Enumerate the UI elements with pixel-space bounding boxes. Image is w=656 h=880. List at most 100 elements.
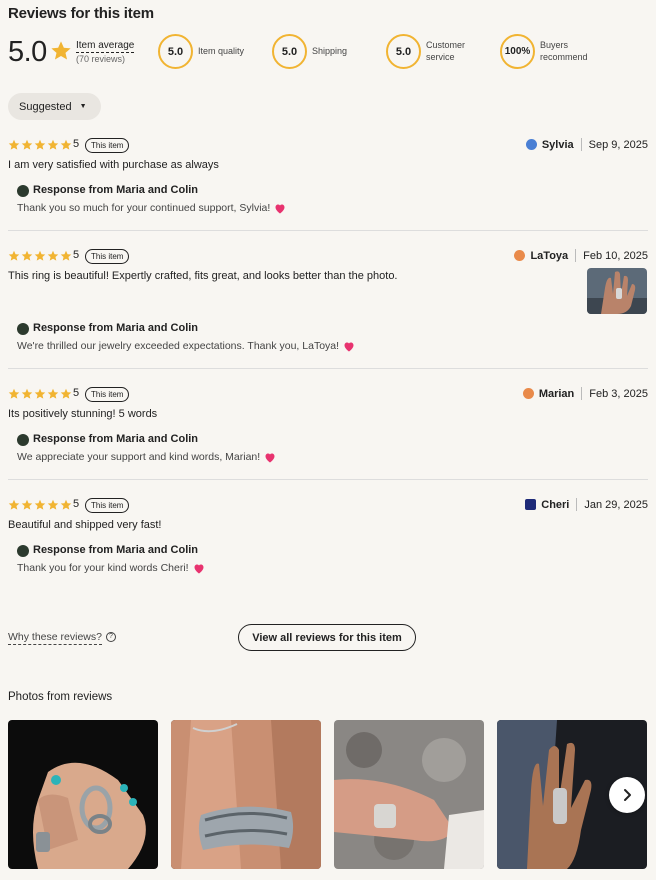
star-icon — [60, 388, 72, 399]
metric-label: Item quality — [198, 46, 245, 56]
review-photo-thumbnail[interactable] — [587, 268, 647, 314]
review-text: Beautiful and shipped very fast! — [8, 519, 162, 531]
hand-ring-photo-icon — [171, 720, 321, 869]
rating-number: 5 — [73, 387, 80, 399]
star-icon — [8, 388, 20, 399]
item-average-link[interactable]: Item average — [76, 40, 135, 53]
divider — [581, 387, 583, 400]
star-icon — [34, 499, 46, 510]
photos-section-title: Photos from reviews — [8, 691, 113, 703]
star-icon — [47, 388, 59, 399]
review-text: This ring is beautiful! Expertly crafted… — [8, 270, 398, 282]
response-heading: Response from Maria and Colin — [33, 322, 199, 334]
review-photo-2[interactable] — [171, 720, 321, 869]
star-icon — [8, 499, 20, 510]
avatar — [522, 388, 534, 399]
review-card: 5 This item Cheri Jan 29, 2025 Beautiful… — [8, 498, 648, 579]
divider — [8, 479, 648, 480]
review-text: I am very satisfied with purchase as alw… — [8, 159, 219, 171]
metric-label-line2: recommend — [540, 52, 588, 62]
divider — [8, 230, 648, 231]
response-text: Thank you for your kind words Cheri! — [17, 562, 205, 574]
avatar — [525, 139, 537, 150]
metric-score: 5.0 — [386, 34, 421, 69]
avatar — [514, 250, 526, 261]
heart-icon — [265, 453, 275, 462]
response-message: Thank you for your kind words Cheri! — [17, 562, 189, 574]
star-icon — [60, 250, 72, 261]
review-photo-3[interactable] — [334, 720, 484, 869]
author-name[interactable]: Marian — [539, 388, 574, 400]
star-icon — [34, 139, 46, 150]
star-icon — [21, 499, 33, 510]
ring-hand-photo-icon — [587, 268, 647, 314]
star-icon — [47, 139, 59, 150]
author-name[interactable]: Cheri — [541, 499, 569, 511]
response-heading: Response from Maria and Colin — [33, 544, 199, 556]
response-text: We appreciate your support and kind word… — [17, 451, 276, 463]
review-date: Feb 10, 2025 — [583, 249, 648, 262]
review-date: Jan 29, 2025 — [584, 498, 648, 511]
review-author: Marian Feb 3, 2025 — [522, 387, 648, 400]
shop-logo-icon — [17, 185, 29, 197]
divider — [575, 249, 577, 262]
metric-item-quality: 5.0 Item quality — [158, 34, 268, 70]
metric-score: 100% — [500, 34, 535, 69]
response-message: We're thrilled our jewelry exceeded expe… — [17, 340, 340, 352]
divider — [580, 138, 582, 151]
view-all-reviews-button[interactable]: View all reviews for this item — [238, 624, 416, 651]
review-card: 5 This item Sylvia Sep 9, 2025 I am very… — [8, 138, 648, 219]
star-icon — [34, 388, 46, 399]
star-icon — [21, 250, 33, 261]
metric-label-line1: Customer — [426, 40, 466, 50]
review-card: 5 This item Marian Feb 3, 2025 Its posit… — [8, 387, 648, 468]
author-name[interactable]: LaToya — [530, 250, 568, 262]
metric-label-line1: Buyers — [540, 40, 569, 50]
this-item-badge: This item — [85, 387, 130, 402]
rating-number: 5 — [73, 498, 80, 510]
metric-shipping: 5.0 Shipping — [272, 34, 382, 70]
star-icon — [51, 41, 71, 60]
shop-logo-icon — [17, 545, 29, 557]
star-rating — [8, 250, 72, 262]
shop-logo-icon — [17, 323, 29, 335]
reviews-section-title: Reviews for this item — [8, 5, 154, 22]
star-icon — [21, 139, 33, 150]
caret-down-icon: ▼ — [79, 103, 87, 110]
star-icon — [47, 499, 59, 510]
review-date: Feb 3, 2025 — [589, 387, 648, 400]
help-icon[interactable]: ? — [106, 632, 116, 642]
response-heading: Response from Maria and Colin — [33, 433, 199, 445]
star-rating — [8, 139, 72, 151]
star-icon — [47, 250, 59, 261]
heart-icon — [194, 564, 204, 573]
hand-ring-photo-icon — [8, 720, 158, 869]
response-text: We're thrilled our jewelry exceeded expe… — [17, 340, 355, 352]
star-icon — [21, 388, 33, 399]
divider — [8, 368, 648, 369]
star-rating — [8, 499, 72, 511]
chevron-right-icon — [624, 789, 631, 801]
review-author: LaToya Feb 10, 2025 — [514, 249, 648, 262]
metric-customer-service: 5.0 Customer service — [386, 34, 496, 70]
author-name[interactable]: Sylvia — [542, 139, 574, 151]
review-text: Its positively stunning! 5 words — [8, 408, 158, 420]
heart-icon — [344, 342, 354, 351]
star-icon — [34, 250, 46, 261]
carousel-next-button[interactable] — [609, 777, 645, 813]
review-photo-1[interactable] — [8, 720, 158, 869]
sort-dropdown[interactable]: Suggested ▼ — [8, 93, 101, 120]
why-these-reviews-link[interactable]: Why these reviews? — [8, 631, 102, 645]
rating-number: 5 — [73, 249, 80, 261]
response-text: Thank you so much for your continued sup… — [17, 202, 286, 214]
rating-number: 5 — [73, 138, 80, 150]
average-score: 5.0 — [8, 36, 47, 68]
star-rating — [8, 388, 72, 400]
review-count: (70 reviews) — [76, 54, 126, 64]
response-heading: Response from Maria and Colin — [33, 184, 199, 196]
star-icon — [8, 139, 20, 150]
metric-label: Shipping — [312, 46, 348, 56]
heart-icon — [275, 204, 285, 213]
star-icon — [60, 499, 72, 510]
divider — [576, 498, 578, 511]
